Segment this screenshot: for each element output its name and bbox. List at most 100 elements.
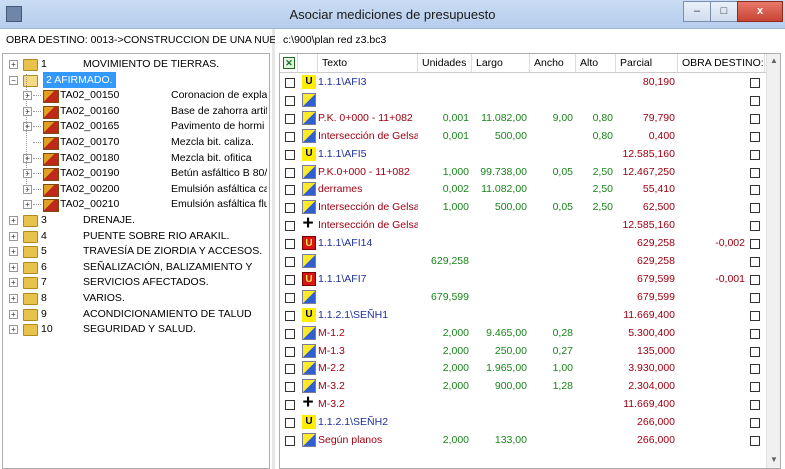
destination-checkbox[interactable] [750, 149, 760, 160]
expand-icon[interactable]: + [9, 216, 18, 225]
header-select-all-cell[interactable]: ✕ [280, 54, 298, 72]
row-select-checkbox[interactable] [285, 78, 295, 88]
row-select-checkbox[interactable] [285, 274, 295, 285]
table-row[interactable]: U 1.1.1\AFI3 80,190 [280, 73, 765, 91]
row-select-checkbox[interactable] [285, 328, 295, 339]
scroll-up-icon[interactable]: ▲ [770, 56, 778, 65]
tree-child-node[interactable]: + TA02_00190 Betún asfáltico B 80/1 [3, 165, 267, 182]
column-header[interactable]: Texto [318, 54, 418, 72]
tree-child-node[interactable]: + TA02_00165 Pavimento de hormi [3, 118, 267, 135]
destination-checkbox[interactable] [750, 185, 760, 196]
table-row[interactable]: + M-3.2 11.669,400 [280, 393, 765, 413]
column-header[interactable]: Ancho [530, 54, 576, 72]
tree-node[interactable]: +7 SERVICIOS AFECTADOS. [3, 274, 267, 290]
expand-icon[interactable]: + [9, 231, 18, 241]
table-row[interactable]: M-3.2 2,000 900,00 1,28 2.304,000 [280, 377, 765, 395]
row-select-checkbox[interactable] [285, 149, 295, 160]
table-row[interactable]: U 1.1.1\AFI7 679,599 -0,001 [280, 270, 765, 288]
expand-icon[interactable]: + [9, 278, 18, 288]
row-select-checkbox[interactable] [285, 346, 295, 357]
expand-icon[interactable]: + [9, 294, 18, 303]
tree-child-node[interactable]: + TA02_00180 Mezcla bit. ofitica [3, 150, 267, 166]
table-row[interactable]: U 1.1.1\AFI14 629,258 -0,002 [280, 234, 765, 252]
destination-checkbox[interactable] [750, 203, 760, 214]
expand-icon[interactable]: + [9, 60, 18, 69]
row-select-checkbox[interactable] [285, 364, 295, 375]
expand-icon[interactable]: + [23, 200, 32, 210]
table-row[interactable]: U 1.1.2.1\SEÑH2 266,000 [280, 413, 765, 431]
destination-checkbox[interactable] [750, 167, 760, 178]
table-row[interactable]: P.K.0+000 - 11+082 1,000 99.738,00 0,05 2,50… [280, 163, 765, 181]
select-all-icon[interactable]: ✕ [283, 57, 295, 69]
row-select-checkbox[interactable] [285, 113, 295, 124]
table-row[interactable]: derrames 0,002 11.082,00 2,50 55,410 [280, 180, 765, 198]
tree-child-node[interactable]: TA02_00170 Mezcla bit. caliza. [3, 134, 267, 150]
row-select-checkbox[interactable] [285, 400, 295, 411]
row-select-checkbox[interactable] [285, 292, 295, 303]
table-row[interactable]: + Intersección de Gelsa 12.585,160 [280, 214, 765, 234]
expand-icon[interactable]: + [23, 106, 32, 116]
destination-checkbox[interactable] [750, 418, 760, 429]
chapter-tree[interactable]: +1 MOVIMIENTO DE TIERRAS. − 22 AFIRMADO. + TA… [2, 53, 270, 469]
destination-checkbox[interactable] [750, 346, 760, 357]
table-row[interactable]: U 1.1.1\AFI5 12.585,160 [280, 145, 765, 163]
row-select-checkbox[interactable] [285, 310, 295, 321]
expand-icon[interactable]: + [23, 153, 32, 163]
row-select-checkbox[interactable] [285, 418, 295, 429]
tree-node[interactable]: +8 VARIOS. [3, 290, 267, 306]
tree-node[interactable]: +10 SEGURIDAD Y SALUD. [3, 321, 267, 337]
destination-checkbox[interactable] [750, 400, 760, 411]
table-row[interactable]: Intersección de Gelsa 1,000 500,00 0,05 2,50… [280, 198, 765, 216]
tree-node[interactable]: +1 MOVIMIENTO DE TIERRAS. [3, 56, 267, 72]
expand-icon[interactable]: + [23, 122, 32, 132]
table-row[interactable]: 629,258 629,258 [280, 252, 765, 270]
row-select-checkbox[interactable] [285, 95, 295, 106]
destination-checkbox[interactable] [750, 364, 760, 375]
expand-icon[interactable]: + [23, 91, 32, 101]
tree-node[interactable]: +3 DRENAJE. [3, 212, 267, 228]
row-select-checkbox[interactable] [285, 185, 295, 196]
expand-icon[interactable]: + [9, 262, 18, 272]
expand-icon[interactable]: + [23, 169, 32, 179]
destination-checkbox[interactable] [750, 78, 760, 88]
column-header[interactable]: Alto [576, 54, 616, 72]
row-select-checkbox[interactable] [285, 382, 295, 393]
tree-child-node[interactable]: + TA02_00150 Coronacion de expla [3, 87, 267, 104]
column-header[interactable]: Parcial [616, 54, 678, 72]
destination-checkbox[interactable] [750, 436, 760, 446]
column-header[interactable]: Unidades [418, 54, 472, 72]
collapse-icon[interactable]: − [9, 75, 18, 85]
table-row[interactable]: U 1.1.2.1\SEÑH1 11.669,400 [280, 306, 765, 324]
tree-node[interactable]: +4 PUENTE SOBRE RIO ARAKIL. [3, 228, 267, 244]
destination-checkbox[interactable] [750, 328, 760, 339]
expand-icon[interactable]: + [9, 309, 18, 319]
minimize-button[interactable]: – [683, 1, 711, 22]
destination-checkbox[interactable] [750, 239, 760, 250]
tree-node[interactable]: +6 SEÑALIZACIÓN, BALIZAMIENTO Y [3, 259, 267, 275]
destination-checkbox[interactable] [750, 274, 760, 285]
column-header[interactable]: Largo [472, 54, 530, 72]
row-select-checkbox[interactable] [285, 131, 295, 142]
table-row[interactable]: M-1.3 2,000 250,00 0,27 135,000 [280, 342, 765, 360]
destination-checkbox[interactable] [750, 113, 760, 124]
destination-checkbox[interactable] [750, 257, 760, 267]
row-select-checkbox[interactable] [285, 257, 295, 267]
destination-checkbox[interactable] [750, 95, 760, 106]
close-button[interactable]: x [737, 1, 783, 22]
table-row[interactable]: P.K. 0+000 - 11+082 0,001 11.082,00 9,00 0,8… [280, 109, 765, 127]
tree-node[interactable]: − 22 AFIRMADO. [3, 71, 267, 88]
destination-checkbox[interactable] [750, 131, 760, 142]
table-row[interactable]: 679,599 679,599 [280, 288, 765, 306]
destination-checkbox[interactable] [750, 292, 760, 303]
expand-icon[interactable]: + [23, 184, 32, 194]
tree-child-node[interactable]: + TA02_00200 Emulsión asfáltica cat [3, 181, 267, 197]
expand-icon[interactable]: + [9, 325, 18, 335]
destination-checkbox[interactable] [750, 310, 760, 321]
tree-child-node[interactable]: + TA02_00160 Base de zahorra artifi [3, 103, 267, 119]
table-row[interactable]: Según planos 2,000 133,00 266,000 [280, 431, 765, 449]
row-select-checkbox[interactable] [285, 203, 295, 214]
row-select-checkbox[interactable] [285, 221, 295, 232]
table-row[interactable]: Intersección de Gelsa 0,001 500,00 0,80 0,40… [280, 127, 765, 145]
tree-child-node[interactable]: + TA02_00210 Emulsión asfáltica flu [3, 196, 267, 213]
maximize-button[interactable]: □ [710, 1, 738, 22]
